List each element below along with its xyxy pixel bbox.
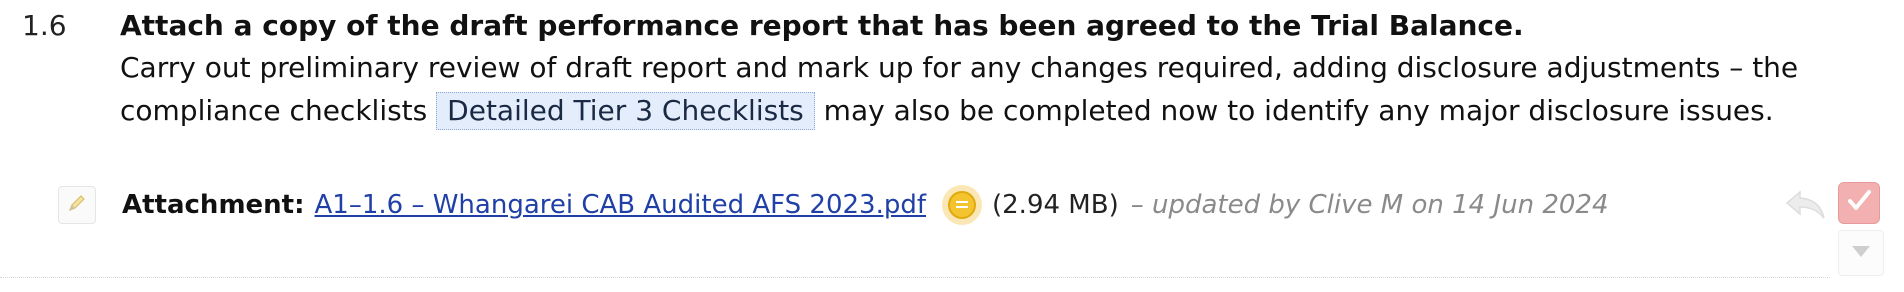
edit-button[interactable] (58, 186, 96, 224)
step-number: 1.6 (22, 9, 67, 42)
reply-arrow-icon (1784, 190, 1828, 226)
attachment-file-link[interactable]: A1–1.6 – Whangarei CAB Audited AFS 2023.… (315, 190, 926, 220)
checkmark-icon (1844, 186, 1874, 220)
comment-icon (948, 191, 976, 219)
step-body: Attach a copy of the draft performance r… (120, 6, 1900, 132)
procedure-step: 1.6 Attach a copy of the draft performan… (0, 0, 1904, 292)
signoff-button[interactable] (1838, 182, 1880, 224)
file-size: (2.94 MB) (992, 190, 1119, 220)
updated-info: – updated by Clive M on 14 Jun 2024 (1130, 190, 1609, 220)
pencil-icon (66, 192, 88, 218)
row-divider (0, 277, 1830, 278)
attachment-label: Attachment: (122, 190, 305, 220)
triangle-down-icon (1850, 243, 1872, 263)
expand-button[interactable] (1838, 230, 1884, 276)
attachment-row: Attachment: A1–1.6 – Whangarei CAB Audit… (58, 185, 1838, 225)
reply-button[interactable] (1784, 186, 1828, 222)
step-description: Carry out preliminary review of draft re… (120, 46, 1900, 132)
step-title: Attach a copy of the draft performance r… (120, 9, 1524, 42)
checklist-link[interactable]: Detailed Tier 3 Checklists (436, 92, 815, 130)
description-text-after: may also be completed now to identify an… (823, 94, 1774, 127)
comment-button[interactable] (942, 185, 982, 225)
